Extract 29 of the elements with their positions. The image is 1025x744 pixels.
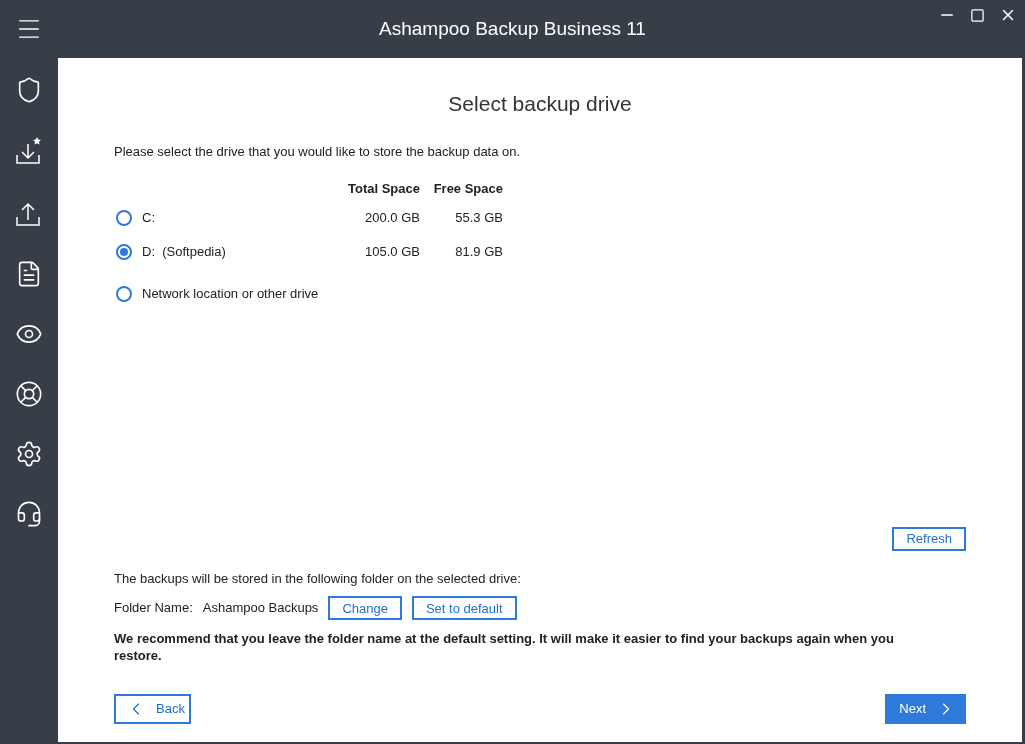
instruction-text: Please select the drive that you would like to store the backup data on. xyxy=(114,142,522,161)
free-space: 81.9 GB xyxy=(454,242,503,261)
radio-button[interactable] xyxy=(116,209,132,226)
maximize-icon[interactable] xyxy=(970,7,985,23)
folder-name-value: Ashampoo Backups xyxy=(202,599,319,618)
folder-name-label: Folder Name: xyxy=(114,599,193,618)
total-space: 200.0 GB xyxy=(364,208,420,227)
download-star-icon[interactable] xyxy=(15,136,43,166)
refresh-button[interactable]: Refresh xyxy=(892,526,966,551)
drive-label: Network location or other drive xyxy=(142,284,319,303)
drive-label: D: (Softpedia) xyxy=(142,242,226,261)
folder-button[interactable]: Change xyxy=(328,596,402,620)
recommendation-text: We recommend that you leave the folder name at the default setting. It will make it easier to find your backups again when you restore. xyxy=(114,630,895,664)
total-space: 105.0 GB xyxy=(364,242,420,261)
lifebuoy-icon[interactable] xyxy=(15,380,43,408)
drive-label: C: xyxy=(142,208,155,227)
settings-icon[interactable] xyxy=(15,440,43,468)
headset-icon[interactable] xyxy=(15,500,43,528)
radio-button[interactable] xyxy=(116,243,132,260)
folder-button[interactable]: Set to default xyxy=(411,596,517,620)
back-button[interactable]: Back xyxy=(114,694,191,724)
next-button[interactable]: Next xyxy=(885,694,966,724)
column-header: Free Space xyxy=(432,180,503,198)
folder-intro-text: The backups will be stored in the following folder on the selected drive: xyxy=(114,569,522,588)
page-heading: Select backup drive xyxy=(447,91,633,117)
column-header: Total Space xyxy=(347,180,420,198)
free-space: 55.3 GB xyxy=(454,208,503,227)
window-title: Ashampoo Backup Business 11 xyxy=(379,16,646,41)
radio-button[interactable] xyxy=(116,285,132,302)
